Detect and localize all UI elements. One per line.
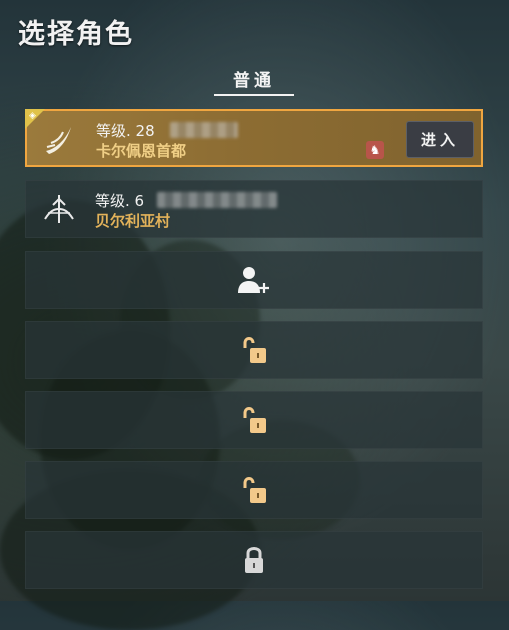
page-title: 选择角色 bbox=[18, 19, 134, 50]
character-level: 等级. 28 bbox=[96, 122, 155, 140]
unlocked-padlock-icon bbox=[243, 477, 266, 503]
enter-button[interactable]: 进入 bbox=[406, 121, 474, 158]
add-character-icon bbox=[238, 267, 269, 293]
character-level: 等级. 6 bbox=[95, 192, 145, 210]
character-location: 卡尔佩恩首都 bbox=[96, 142, 187, 160]
unlocked-slot-2[interactable] bbox=[25, 391, 483, 449]
tab-underline bbox=[214, 94, 294, 96]
character-name-censored bbox=[157, 192, 277, 208]
crossbow-icon bbox=[44, 195, 74, 223]
unlocked-padlock-icon bbox=[243, 337, 266, 363]
character-name-censored bbox=[170, 122, 238, 138]
unlocked-slot-3[interactable] bbox=[25, 461, 483, 519]
character-slot-1[interactable]: ◈ 等级. 28 卡尔佩恩首都 ♞ 进入 bbox=[25, 109, 483, 167]
horse-icon: ♞ bbox=[366, 141, 384, 159]
create-character-slot[interactable] bbox=[25, 251, 483, 309]
tab-normal[interactable]: 普通 bbox=[214, 66, 294, 91]
character-slot-2[interactable]: 等级. 6 贝尔利亚村 bbox=[25, 180, 483, 238]
crescent-blade-icon bbox=[46, 127, 71, 154]
unlocked-slot-1[interactable] bbox=[25, 321, 483, 379]
character-location: 贝尔利亚村 bbox=[95, 212, 171, 230]
locked-padlock-icon bbox=[245, 547, 263, 573]
diamond-badge-icon: ◈ bbox=[29, 111, 36, 121]
unlocked-padlock-icon bbox=[243, 407, 266, 433]
locked-slot bbox=[25, 531, 483, 589]
